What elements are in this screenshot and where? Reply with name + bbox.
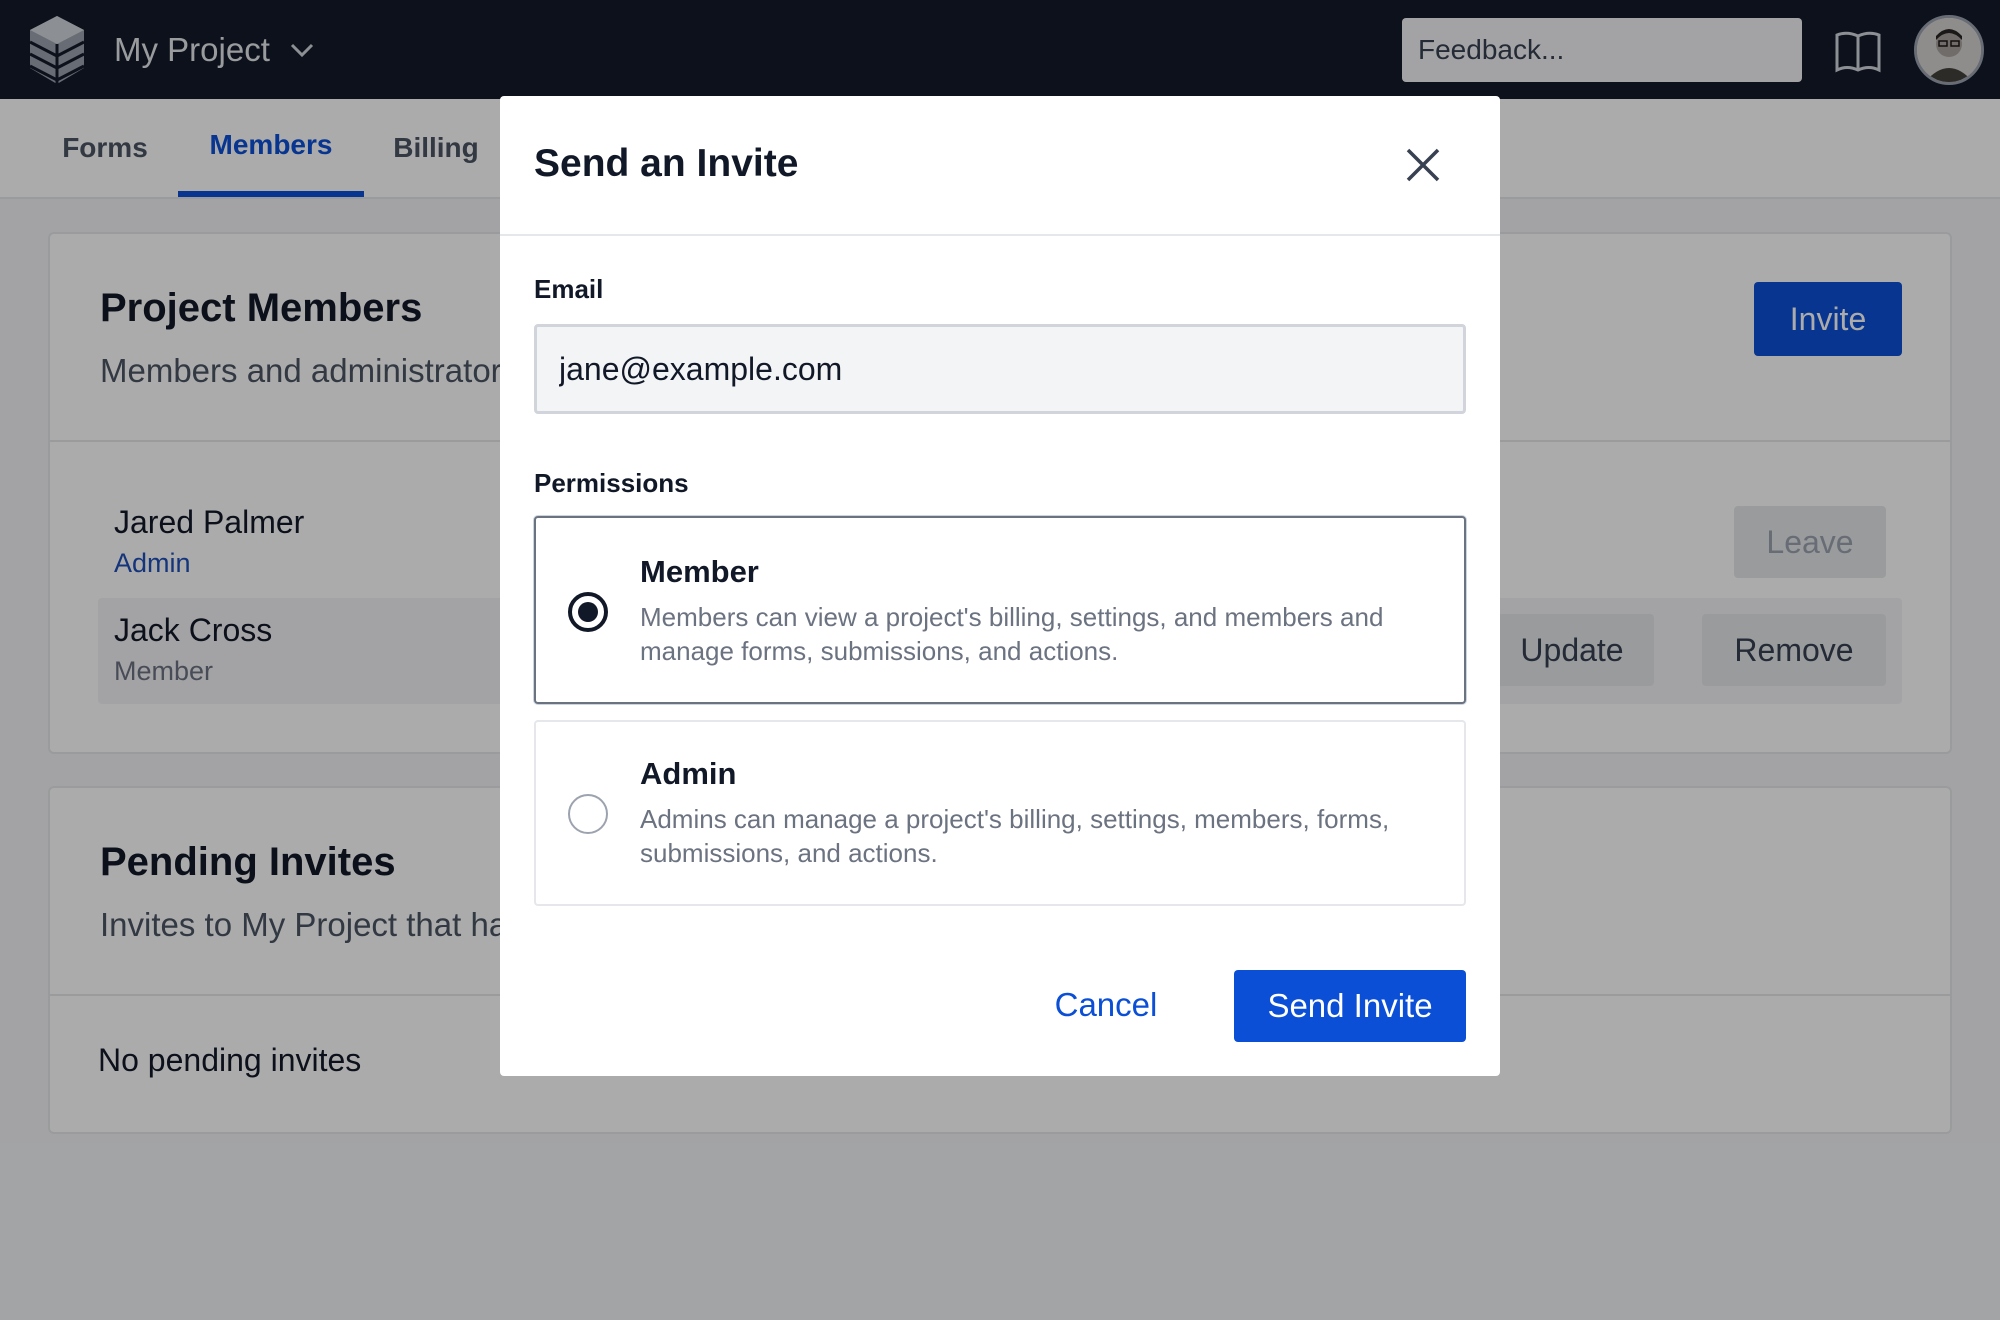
admin-radio[interactable] <box>568 794 608 834</box>
modal-header: Send an Invite <box>500 96 1500 236</box>
modal-title: Send an Invite <box>534 142 799 185</box>
permission-description: Admins can manage a project's billing, s… <box>640 804 1390 868</box>
email-field[interactable] <box>534 324 1466 414</box>
cancel-button[interactable]: Cancel <box>1036 970 1176 1040</box>
close-icon <box>1406 148 1440 182</box>
email-label: Email <box>534 274 604 304</box>
permission-option-admin[interactable]: Admin Admins can manage a project's bill… <box>534 720 1466 906</box>
member-radio[interactable] <box>568 592 608 632</box>
send-invite-button[interactable]: Send Invite <box>1234 970 1466 1042</box>
permission-option-member[interactable]: Member Members can view a project's bill… <box>534 516 1466 704</box>
permission-title: Member <box>640 554 759 589</box>
permission-description: Members can view a project's billing, se… <box>640 602 1384 666</box>
close-button[interactable] <box>1400 142 1446 188</box>
permission-title: Admin <box>640 756 737 791</box>
invite-modal: Send an Invite Email Permissions Member … <box>500 96 1500 1076</box>
permissions-label: Permissions <box>534 468 689 498</box>
